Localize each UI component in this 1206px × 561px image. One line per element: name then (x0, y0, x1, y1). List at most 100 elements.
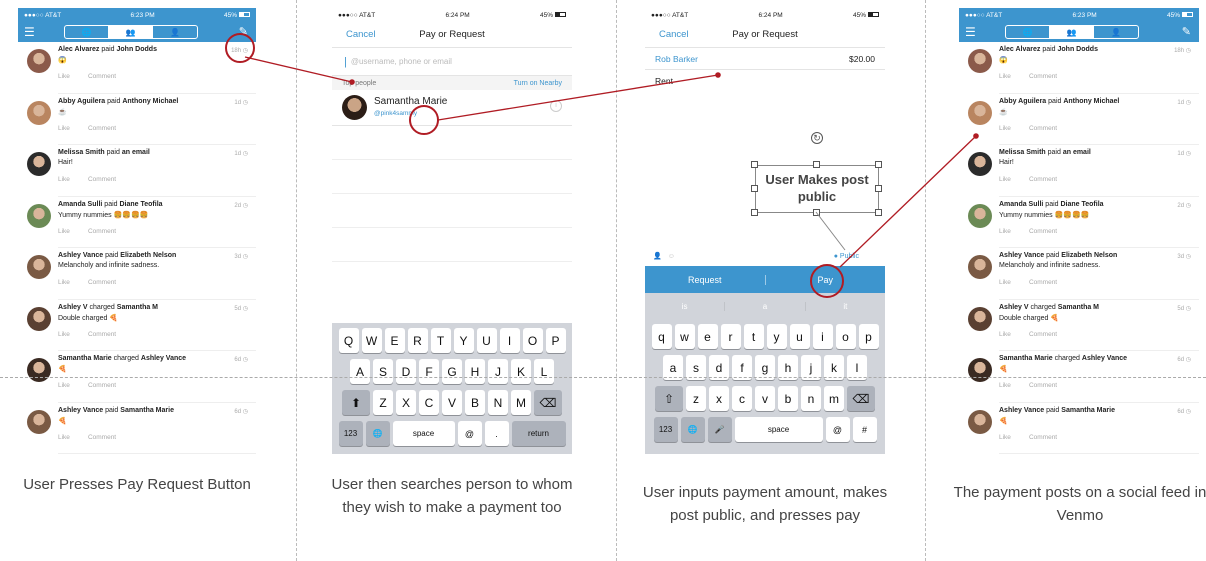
letter-key[interactable]: r (720, 324, 741, 349)
space-key[interactable]: space (734, 417, 823, 442)
like-button[interactable]: Like (58, 331, 70, 338)
globe-icon[interactable]: 🌐 (65, 26, 109, 38)
letter-key[interactable]: L (534, 359, 554, 384)
comment-button[interactable]: Comment (1029, 228, 1057, 235)
cancel-button[interactable]: Cancel (346, 29, 376, 40)
like-button[interactable]: Like (999, 125, 1011, 132)
like-button[interactable]: Like (58, 73, 70, 80)
letter-key[interactable]: e (697, 324, 718, 349)
request-button[interactable]: Request (645, 274, 766, 285)
add-person-icon[interactable]: 👤 (653, 252, 662, 260)
feed-item[interactable]: Alec Alvarez paid John Dodds 18h ◷ 😱 Like Co… (959, 42, 1199, 94)
microphone-key-icon[interactable]: 🎤 (707, 417, 732, 442)
info-icon[interactable]: i (550, 100, 562, 112)
backspace-key[interactable]: ⌫ (847, 386, 875, 411)
like-button[interactable]: Like (58, 434, 70, 441)
avatar[interactable] (27, 409, 51, 434)
letter-key[interactable]: n (801, 386, 821, 411)
person-result-row[interactable]: Samantha Marie @pink4sammy i (332, 90, 572, 126)
comment-button[interactable]: Comment (88, 331, 116, 338)
menu-icon[interactable]: ☰ (965, 25, 991, 39)
letter-key[interactable]: D (396, 359, 416, 384)
letter-key[interactable]: Z (373, 390, 393, 415)
like-button[interactable]: Like (58, 125, 70, 132)
comment-button[interactable]: Comment (1029, 73, 1057, 80)
letter-key[interactable]: U (476, 328, 497, 353)
letter-key[interactable]: K (511, 359, 531, 384)
avatar[interactable] (968, 100, 992, 125)
comment-button[interactable]: Comment (88, 382, 116, 389)
letter-key[interactable]: V (442, 390, 462, 415)
menu-icon[interactable]: ☰ (24, 25, 50, 39)
letter-key[interactable]: N (488, 390, 508, 415)
return-key[interactable]: return (511, 421, 566, 446)
avatar[interactable] (27, 152, 51, 176)
comment-button[interactable]: Comment (88, 279, 116, 286)
feed-item[interactable]: Abby Aguilera paid Anthony Michael 1d ◷ ☕ L… (959, 94, 1199, 145)
letter-key[interactable]: b (778, 386, 798, 411)
like-button[interactable]: Like (999, 228, 1011, 235)
audience-selector[interactable]: ● Public (834, 253, 859, 260)
letter-key[interactable]: F (419, 359, 439, 384)
letter-key[interactable]: I (499, 328, 520, 353)
pay-request-icon[interactable]: ✎ (1182, 25, 1191, 38)
friends-icon[interactable]: 👥 (1050, 26, 1094, 38)
letter-key[interactable]: m (824, 386, 844, 411)
comment-button[interactable]: Comment (1029, 382, 1057, 389)
like-button[interactable]: Like (58, 228, 70, 235)
like-button[interactable]: Like (999, 331, 1011, 338)
letter-key[interactable]: H (465, 359, 485, 384)
comment-button[interactable]: Comment (1029, 434, 1057, 441)
at-key[interactable]: @ (825, 417, 850, 442)
avatar[interactable] (968, 306, 992, 331)
avatar[interactable] (968, 358, 992, 382)
like-button[interactable]: Like (58, 279, 70, 286)
cancel-button[interactable]: Cancel (659, 29, 689, 40)
friends-icon[interactable]: 👥 (109, 26, 153, 38)
like-button[interactable]: Like (999, 434, 1011, 441)
note-field[interactable]: Rent (645, 70, 885, 92)
letter-key[interactable]: T (430, 328, 451, 353)
feed-item[interactable]: Melissa Smith paid an email 1d ◷ Hair! Like… (959, 145, 1199, 197)
avatar[interactable] (968, 409, 992, 434)
space-key[interactable]: space (392, 421, 455, 446)
letter-key[interactable]: J (488, 359, 508, 384)
comment-button[interactable]: Comment (88, 434, 116, 441)
avatar[interactable] (27, 306, 51, 331)
shift-key[interactable]: ⇧ (655, 386, 683, 411)
feed-item[interactable]: Ashley V charged Samantha M 5d ◷ Double ch… (18, 300, 256, 351)
feed-item[interactable]: Abby Aguilera paid Anthony Michael 1d ◷ ☕ L… (18, 94, 256, 145)
feed-item[interactable]: Ashley Vance paid Samantha Marie 6d ◷ 🍕 Lik… (18, 403, 256, 454)
like-button[interactable]: Like (58, 382, 70, 389)
letter-key[interactable]: S (373, 359, 393, 384)
recipient-amount-row[interactable]: Rob Barker $20.00 (645, 48, 885, 70)
globe-icon[interactable]: 🌐 (1006, 26, 1050, 38)
comment-button[interactable]: Comment (1029, 331, 1057, 338)
letter-key[interactable]: w (674, 324, 695, 349)
dot-key[interactable]: . (484, 421, 509, 446)
avatar[interactable] (27, 100, 51, 125)
numbers-key[interactable]: 123 (653, 417, 678, 442)
letter-key[interactable]: B (465, 390, 485, 415)
globe-key-icon[interactable]: 🌐 (365, 421, 390, 446)
feed-item[interactable]: Alec Alvarez paid John Dodds 18h ◷ 😱 Like Co… (18, 42, 256, 94)
avatar[interactable] (968, 152, 992, 176)
recipient-search-input[interactable]: | @username, phone or email (332, 48, 572, 76)
at-key[interactable]: @ (457, 421, 482, 446)
hash-key[interactable]: # (852, 417, 877, 442)
letter-key[interactable]: C (419, 390, 439, 415)
avatar[interactable] (27, 203, 51, 228)
feed-item[interactable]: Amanda Sulli paid Diane Teofila 2d ◷ Yummy… (18, 197, 256, 248)
letter-key[interactable]: y (766, 324, 787, 349)
letter-key[interactable]: A (350, 359, 370, 384)
letter-key[interactable]: G (442, 359, 462, 384)
like-button[interactable]: Like (58, 176, 70, 183)
avatar[interactable] (968, 49, 992, 73)
letter-key[interactable]: W (361, 328, 382, 353)
letter-key[interactable]: E (384, 328, 405, 353)
comment-button[interactable]: Comment (88, 73, 116, 80)
letter-key[interactable]: p (858, 324, 879, 349)
feed-item[interactable]: Melissa Smith paid an email 1d ◷ Hair! Like… (18, 145, 256, 197)
globe-key-icon[interactable]: 🌐 (680, 417, 705, 442)
letter-key[interactable]: Q (338, 328, 359, 353)
